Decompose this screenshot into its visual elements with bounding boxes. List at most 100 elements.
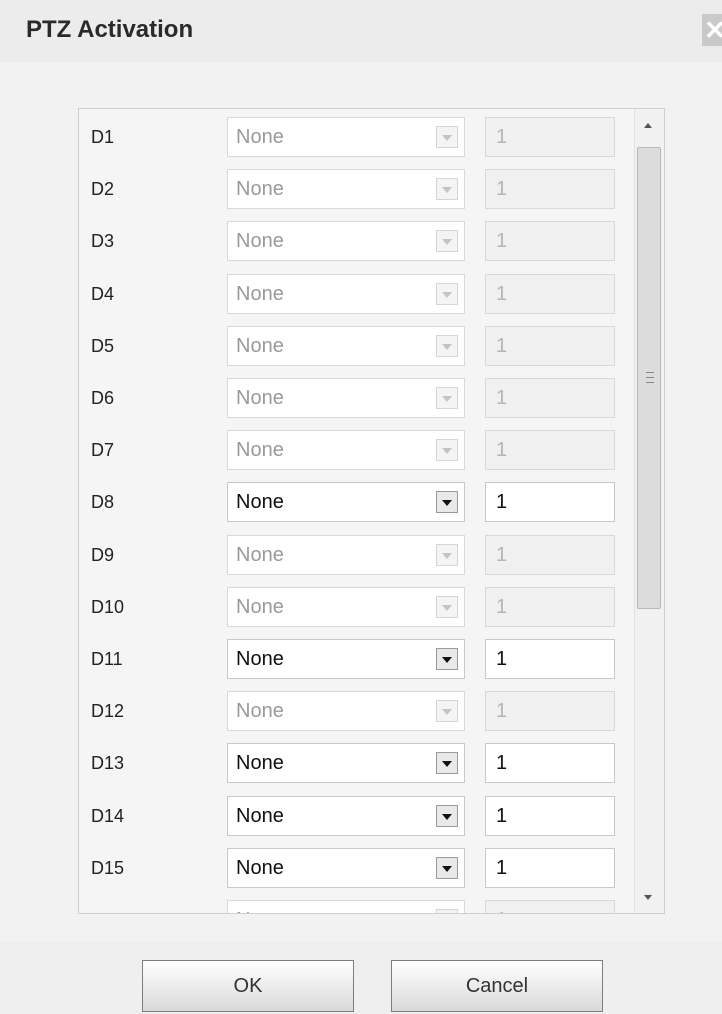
ptz-type-select: None — [227, 430, 465, 471]
ptz-type-select: None — [227, 691, 465, 732]
ptz-type-select: None — [227, 117, 465, 157]
ptz-type-value: None — [236, 491, 284, 514]
ptz-type-value: None — [236, 901, 284, 913]
channel-label: D16 — [91, 900, 124, 913]
channel-label: D3 — [91, 231, 115, 252]
channel-row: D10 None 1 — [79, 586, 634, 627]
channel-row: D16 None 1 — [79, 900, 634, 913]
ptz-type-select: None — [227, 586, 465, 627]
ptz-type-value: None — [236, 334, 284, 357]
channel-row: D3 None 1 — [79, 221, 634, 262]
channel-row: D12 None 1 — [79, 691, 634, 732]
ptz-number-input: 1 — [485, 169, 615, 210]
channel-row: D15 None 1 — [79, 847, 634, 888]
ok-button[interactable]: OK — [142, 960, 354, 1012]
ptz-activation-dialog: PTZ Activation ✕ D1 None 1 D2 None 1 D3 None 1 D4… — [0, 0, 722, 1014]
channel-label: D7 — [91, 440, 115, 461]
close-icon[interactable]: ✕ — [702, 14, 722, 46]
channel-row: D6 None 1 — [79, 378, 634, 418]
channel-row: D8 None 1 — [79, 482, 634, 523]
ptz-type-value: None — [236, 856, 284, 879]
ptz-type-select: None — [227, 900, 465, 913]
scroll-thumb[interactable] — [637, 147, 661, 609]
ptz-type-select[interactable]: None — [227, 639, 465, 679]
ptz-type-select: None — [227, 325, 465, 366]
ptz-number-input: 1 — [485, 586, 615, 627]
ptz-number-input: 1 — [485, 534, 615, 575]
vertical-scrollbar[interactable] — [634, 109, 664, 913]
channel-row: D7 None 1 — [79, 430, 634, 471]
dialog-footer: OK Cancel — [0, 942, 722, 1014]
chevron-down-icon — [436, 909, 458, 913]
ptz-type-value: None — [236, 126, 284, 148]
chevron-down-icon — [436, 700, 458, 723]
ptz-number-input[interactable]: 1 — [485, 847, 615, 888]
channel-label: D8 — [91, 492, 115, 513]
channel-row: D9 None 1 — [79, 534, 634, 575]
chevron-down-icon — [436, 439, 458, 462]
ptz-type-value: None — [236, 595, 284, 618]
channel-label: D14 — [91, 805, 125, 826]
channel-label: D11 — [91, 649, 123, 669]
ptz-number-input: 1 — [485, 430, 615, 471]
ptz-type-value: None — [236, 752, 284, 775]
channel-label: D13 — [91, 753, 125, 774]
channel-row: D2 None 1 — [79, 169, 634, 210]
chevron-down-icon — [436, 126, 458, 148]
chevron-down-icon — [436, 387, 458, 409]
ptz-type-value: None — [236, 439, 284, 462]
ptz-type-select[interactable]: None — [227, 482, 465, 523]
chevron-down-icon — [436, 543, 458, 566]
chevron-down-icon[interactable] — [436, 752, 458, 775]
channel-label: D2 — [91, 179, 115, 200]
channel-row: D5 None 1 — [79, 325, 634, 366]
ptz-type-value: None — [236, 648, 284, 670]
ptz-type-select: None — [227, 378, 465, 418]
ptz-number-input: 1 — [485, 325, 615, 366]
chevron-down-icon[interactable] — [436, 491, 458, 514]
ptz-type-select: None — [227, 273, 465, 314]
ptz-number-input: 1 — [485, 900, 615, 913]
chevron-down-icon — [436, 334, 458, 357]
scroll-up-arrow-icon[interactable] — [644, 123, 652, 128]
ptz-number-input[interactable]: 1 — [485, 482, 615, 523]
ptz-type-select[interactable]: None — [227, 795, 465, 836]
channel-label: D15 — [91, 857, 125, 878]
ptz-number-input: 1 — [485, 691, 615, 732]
channel-row: D11 None 1 — [79, 639, 634, 679]
channel-row: D13 None 1 — [79, 743, 634, 784]
ptz-type-value: None — [236, 543, 284, 566]
channel-label: D5 — [91, 335, 115, 356]
ptz-type-value: None — [236, 230, 284, 253]
ptz-type-select[interactable]: None — [227, 847, 465, 888]
ptz-number-input: 1 — [485, 221, 615, 262]
ptz-type-select[interactable]: None — [227, 743, 465, 784]
channel-row: D4 None 1 — [79, 273, 634, 314]
ptz-number-input[interactable]: 1 — [485, 639, 615, 679]
chevron-down-icon — [436, 595, 458, 618]
ptz-number-input[interactable]: 1 — [485, 795, 615, 836]
scroll-grip-icon — [646, 372, 654, 383]
ptz-number-input: 1 — [485, 117, 615, 157]
cancel-button[interactable]: Cancel — [391, 960, 603, 1012]
ptz-type-value: None — [236, 178, 284, 201]
dialog-titlebar: PTZ Activation ✕ — [0, 0, 722, 62]
ptz-type-select: None — [227, 534, 465, 575]
channel-label: D12 — [91, 701, 125, 722]
chevron-down-icon[interactable] — [436, 856, 458, 879]
chevron-down-icon[interactable] — [436, 648, 458, 670]
chevron-down-icon — [436, 282, 458, 305]
ptz-type-select: None — [227, 221, 465, 262]
ptz-type-select: None — [227, 169, 465, 210]
ptz-number-input[interactable]: 1 — [485, 743, 615, 784]
channel-row: D14 None 1 — [79, 795, 634, 836]
scroll-down-arrow-icon[interactable] — [644, 895, 652, 900]
chevron-down-icon — [436, 230, 458, 253]
ptz-type-value: None — [236, 387, 284, 409]
channel-label: D6 — [91, 388, 115, 408]
channel-label: D1 — [91, 127, 115, 147]
dialog-title: PTZ Activation — [26, 16, 194, 43]
channel-label: D9 — [91, 544, 115, 565]
ptz-number-input: 1 — [485, 378, 615, 418]
chevron-down-icon[interactable] — [436, 804, 458, 827]
